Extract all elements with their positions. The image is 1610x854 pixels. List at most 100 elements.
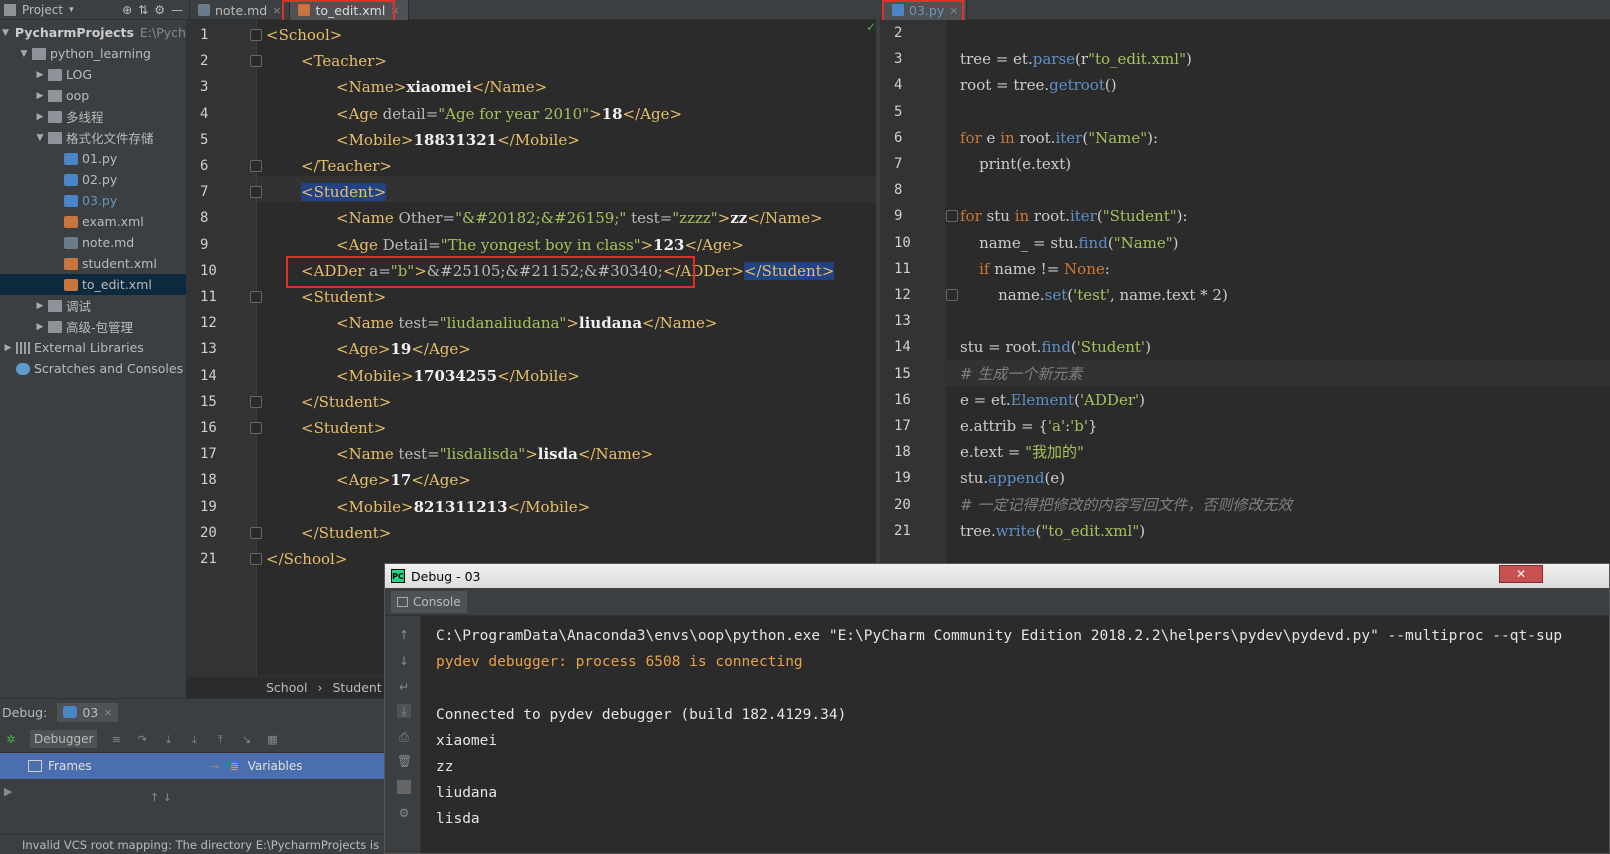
tree-item[interactable]: ▶ 调试 [0,295,189,316]
stop-icon[interactable] [397,780,411,794]
frame-up-icon[interactable]: ↑ ↓ [150,791,172,804]
tree-item[interactable]: ▼ python_learning [0,43,189,64]
chevron-right-icon[interactable]: ▶ [34,112,46,122]
code-line[interactable]: <Name test="liudanaliudana">liudana</Nam… [336,310,717,336]
python-editor[interactable]: 2 3 tree = et.parse(r"to_edit.xml") 4 root =… [880,20,1610,563]
code-line[interactable]: stu = root.find('Student') [960,334,1151,360]
tree-item[interactable]: ▶ 多线程 [0,106,189,127]
close-icon[interactable]: × [390,4,399,17]
code-line[interactable]: name.set('test', name.text * 2) [960,282,1228,308]
fold-marker-icon[interactable] [946,210,958,223]
project-view-dropdown[interactable]: Project [22,3,63,17]
code-line[interactable]: </Student> [301,389,391,415]
tab-debugger[interactable]: Debugger [30,729,98,748]
code-line[interactable]: tree.write("to_edit.xml") [960,518,1145,544]
chevron-down-icon[interactable]: ▼ [34,133,46,143]
tree-item[interactable]: to_edit.xml [0,274,189,295]
code-line[interactable]: e.attrib = {'a':'b'} [960,413,1098,439]
fold-marker-icon[interactable] [250,291,262,303]
fold-marker-icon[interactable] [250,553,262,565]
close-icon[interactable]: × [949,4,958,17]
collapse-icon[interactable]: ⇅ [138,3,148,17]
trash-icon[interactable]: 🗑 [397,754,412,768]
code-line[interactable]: e = et.Element('ADDer') [960,387,1145,413]
code-line[interactable]: <Student> [301,179,387,205]
chevron-right-icon[interactable]: ▶ [2,343,14,353]
code-line[interactable]: <Name Other="&#20182;&#26159;" test="zzz… [336,205,823,231]
breadcrumb-school[interactable]: School [266,680,308,695]
tree-item[interactable]: ▶ oop [0,85,189,106]
step-into-icon[interactable]: ⤓ [161,733,175,746]
code-line[interactable]: for stu in root.iter("Student"): [960,203,1188,229]
code-line[interactable]: <Student> [301,284,386,310]
tree-item[interactable]: note.md [0,232,189,253]
code-line[interactable]: print(e.text) [960,151,1071,177]
down-arrow-icon[interactable]: ↓ [397,654,411,668]
chevron-down-icon[interactable]: ▼ [18,49,30,59]
fold-marker-icon[interactable] [250,186,262,199]
tree-item[interactable]: ▶ External Libraries [0,337,189,358]
evaluate-icon[interactable]: ▦ [265,733,279,746]
fold-marker-icon[interactable] [946,289,958,301]
code-line[interactable]: <Mobile>18831321</Mobile> [336,127,580,153]
tree-root[interactable]: ▼ PycharmProjects E:\Pycha [0,22,189,43]
code-line[interactable]: <Name test="lisdalisda">lisda</Name> [336,441,653,467]
code-line[interactable]: <School> [266,22,342,48]
code-line[interactable]: # 一定记得把修改的内容写回文件，否则修改无效 [960,492,1292,518]
fold-marker-icon[interactable] [250,422,262,434]
resume-icon[interactable]: ▶ [4,785,12,798]
tab-note-md[interactable]: note.md × [190,0,291,20]
fold-marker-icon[interactable] [250,29,262,41]
tree-item[interactable]: ▼ 格式化文件存储 [0,127,189,148]
code-line[interactable]: <Age detail="Age for year 2010">18</Age> [336,101,682,127]
fold-marker-icon[interactable] [250,160,262,172]
chevron-right-icon[interactable]: ▶ [34,322,46,332]
code-line[interactable]: <ADDer a="b">&#25105;&#21152;&#30340;</A… [301,258,835,284]
gear-icon[interactable]: ⚙ [154,3,165,17]
fold-marker-icon[interactable] [250,395,262,408]
soft-wrap-icon[interactable]: ↵ [397,680,411,694]
code-line[interactable]: # 生成一个新元素 [960,361,1082,387]
step-out-icon[interactable]: ⤒ [213,733,227,746]
step-into-my-code-icon[interactable]: ⤓ [187,733,201,746]
code-line[interactable]: stu.append(e) [960,465,1065,491]
code-line[interactable]: <Name>xiaomei</Name> [336,74,547,100]
scroll-to-end-icon[interactable]: ⤓ [397,704,411,718]
target-icon[interactable]: ⊕ [122,3,132,17]
code-line[interactable]: if name != None: [960,256,1110,282]
code-line[interactable]: for e in root.iter("Name"): [960,125,1158,151]
tree-item[interactable]: 01.py [0,148,189,169]
tree-item[interactable]: ▶ LOG [0,64,189,85]
code-line[interactable]: </Teacher> [301,153,392,179]
tree-item[interactable]: student.xml [0,253,189,274]
code-line[interactable]: root = tree.getroot() [960,72,1117,98]
tab-console[interactable]: Console [391,591,467,613]
step-over-icon[interactable]: ↷ [135,733,149,746]
pin-icon[interactable]: ⇥ [208,760,222,773]
fold-marker-icon[interactable] [250,526,262,539]
tree-item[interactable]: exam.xml [0,211,189,232]
chevron-down-icon[interactable]: ▼ [2,28,9,38]
window-close-button[interactable]: ✕ [1499,565,1543,583]
close-icon[interactable]: × [103,706,112,719]
variables-label[interactable]: Variables [248,759,303,773]
minimize-icon[interactable]: — [171,3,183,17]
chevron-right-icon[interactable]: ▶ [34,70,46,80]
up-arrow-icon[interactable]: ↑ [397,628,411,642]
code-line[interactable]: </Student> [301,520,391,546]
code-line[interactable]: tree = et.parse(r"to_edit.xml") [960,46,1192,72]
print-icon[interactable]: ⎙ [397,730,411,744]
debug-window-titlebar[interactable]: PC Debug - 03 [385,564,1609,588]
tab-to-edit-xml[interactable]: to_edit.xml × [290,0,409,20]
code-line[interactable]: name_ = stu.find("Name") [960,230,1178,256]
code-line[interactable]: <Age>17</Age> [336,467,471,493]
chevron-right-icon[interactable]: ▶ [34,301,46,311]
breadcrumb-student[interactable]: Student [333,680,382,695]
tab-03-py[interactable]: 03.py × [884,0,968,20]
tree-item[interactable]: Scratches and Consoles [0,358,189,379]
code-line[interactable]: <Student> [301,415,386,441]
fold-marker-icon[interactable] [250,55,262,68]
tree-item[interactable]: 03.py [0,190,189,211]
code-line[interactable]: </School> [266,546,347,572]
run-to-cursor-icon[interactable]: ↘ [239,733,253,746]
